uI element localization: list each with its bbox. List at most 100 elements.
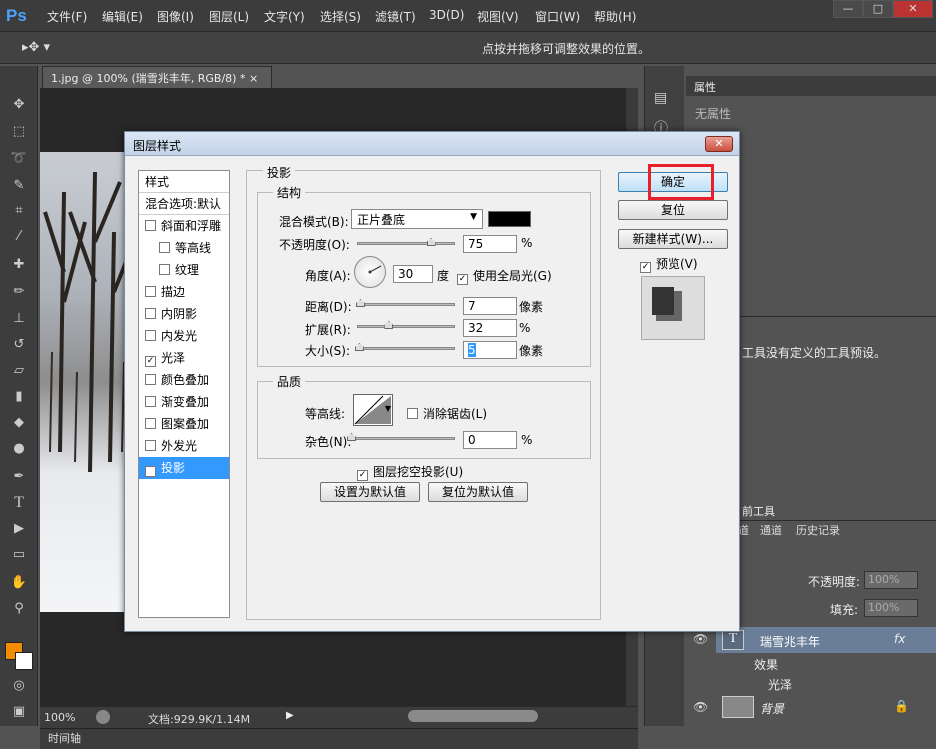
menu-filter[interactable]: 滤镜(T) [375,8,416,25]
style-checkbox[interactable] [145,374,156,385]
menu-edit[interactable]: 编辑(E) [102,8,143,25]
style-checkbox[interactable] [159,264,170,275]
layer-opacity-field[interactable]: 100% [864,571,918,589]
properties-tab[interactable]: 属性 [686,76,936,96]
style-checkbox[interactable] [145,396,156,407]
size-slider-track[interactable] [357,347,455,350]
style-item[interactable]: 等高线 [139,237,229,259]
bg-visibility-eye-icon[interactable]: 👁 [693,700,708,714]
menu-view[interactable]: 视图(V) [477,8,519,25]
style-item[interactable]: 纹理 [139,259,229,281]
style-checkbox[interactable] [145,308,156,319]
visibility-eye-icon[interactable]: 👁 [693,632,708,646]
marquee-icon[interactable]: ⬚ [8,123,30,141]
gradient-icon[interactable]: ▮ [8,388,30,406]
reset-default-button[interactable]: 复位为默认值 [428,482,528,502]
eraser-icon[interactable]: ▱ [8,362,30,380]
styles-header[interactable]: 样式 [139,171,229,193]
global-light-checkbox[interactable]: ✓ 使用全局光(G) [457,267,552,285]
adjustments-icon[interactable]: ▤ [654,90,667,106]
style-checkbox[interactable] [145,440,156,451]
noise-field[interactable]: 0 [463,431,517,449]
tab-channels[interactable]: 通道 [760,522,782,538]
dialog-titlebar[interactable] [125,132,739,156]
style-checkbox[interactable] [145,286,156,297]
lasso-icon[interactable]: ➰ [8,150,30,168]
menu-3d[interactable]: 3D(D) [429,8,464,22]
quick-mask-icon[interactable]: ◎ [8,677,30,695]
reset-button[interactable]: 复位 [618,200,728,220]
style-item[interactable]: 图案叠加 [139,413,229,435]
menu-layer[interactable]: 图层(L) [209,8,249,25]
antialias-checkbox[interactable]: 消除锯齿(L) [407,405,487,422]
blend-options-default[interactable]: 混合选项:默认 [139,193,229,215]
screen-mode-icon[interactable]: ▣ [8,703,30,721]
style-item[interactable]: 渐变叠加 [139,391,229,413]
style-item[interactable]: 描边 [139,281,229,303]
layer-fill-field[interactable]: 100% [864,599,918,617]
spread-field[interactable]: 32 [463,319,517,337]
style-item[interactable]: ✓ 投影 [139,457,229,479]
brush-icon[interactable]: ✏ [8,283,30,301]
eyedropper-icon[interactable]: ⁄ [8,228,30,246]
style-item[interactable]: ✓ 光泽 [139,347,229,369]
timeline-label[interactable]: 时间轴 [40,732,81,745]
zoom-level[interactable]: 100% [44,711,75,724]
zoom-icon[interactable]: ⚲ [8,600,30,618]
style-checkbox[interactable] [145,418,156,429]
menu-select[interactable]: 选择(S) [320,8,361,25]
blur-icon[interactable]: ◆ [8,414,30,432]
global-light-check[interactable]: ✓ [457,274,468,285]
antialias-check[interactable] [407,408,418,419]
history-brush-icon[interactable]: ↺ [8,336,30,354]
blend-mode-select[interactable]: 正片叠底 ▼ [351,209,483,229]
photo-snow-trees[interactable] [40,152,132,612]
move-icon[interactable]: ✥ [8,96,30,114]
pen-icon[interactable]: ✒ [8,468,30,486]
style-item[interactable]: 内发光 [139,325,229,347]
style-checkbox[interactable]: ✓ [145,356,156,367]
effects-label[interactable]: 效果 [754,656,778,673]
contour-chevron-icon[interactable]: ▼ [385,404,391,413]
style-checkbox[interactable] [159,242,170,253]
knockout-check[interactable]: ✓ [357,470,368,481]
document-tab[interactable]: 1.jpg @ 100% (瑞雪兆丰年, RGB/8) * × [42,66,272,88]
new-style-button[interactable]: 新建样式(W)... [618,229,728,249]
layer-fx-icon[interactable]: fx [894,632,905,646]
knockout-checkbox[interactable]: ✓ 图层挖空投影(U) [357,463,463,481]
status-arrow-icon[interactable]: ▶ [286,710,294,721]
noise-slider-track[interactable] [351,437,455,440]
shadow-color-swatch[interactable] [488,211,531,227]
type-tool-icon[interactable]: T [8,494,30,512]
style-checkbox[interactable] [145,330,156,341]
menu-image[interactable]: 图像(I) [157,8,194,25]
status-info-icon[interactable] [96,710,110,724]
background-color-swatch[interactable] [15,652,33,670]
background-layer-name[interactable]: 背景 [760,700,784,717]
style-checkbox[interactable] [145,220,156,231]
stamp-icon[interactable]: ⊥ [8,310,30,328]
horizontal-scroll-thumb[interactable] [408,710,538,722]
close-window-button[interactable]: ✕ [893,0,933,18]
menu-file[interactable]: 文件(F) [47,8,87,25]
effect-satin[interactable]: 光泽 [768,676,792,693]
quick-select-icon[interactable]: ✎ [8,177,30,195]
text-layer-name[interactable]: 瑞雪兆丰年 [760,633,820,650]
angle-dial[interactable] [354,256,386,288]
distance-slider-track[interactable] [357,303,455,306]
style-checkbox[interactable]: ✓ [145,466,156,477]
close-tab-icon[interactable]: × [249,72,258,85]
opacity-field[interactable]: 75 [463,235,517,253]
distance-field[interactable]: 7 [463,297,517,315]
move-tool-icon[interactable]: ▸✥ ▾ [22,40,50,55]
style-item[interactable]: 颜色叠加 [139,369,229,391]
crop-icon[interactable]: ⌗ [8,202,30,220]
menu-type[interactable]: 文字(Y) [264,8,305,25]
dialog-close-button[interactable]: ✕ [705,136,733,152]
hand-icon[interactable]: ✋ [8,574,30,592]
style-item[interactable]: 内阴影 [139,303,229,325]
style-item[interactable]: 斜面和浮雕 [139,215,229,237]
preview-checkbox[interactable]: ✓ 预览(V) [640,255,698,273]
preview-check[interactable]: ✓ [640,262,651,273]
opacity-slider-track[interactable] [357,242,455,245]
